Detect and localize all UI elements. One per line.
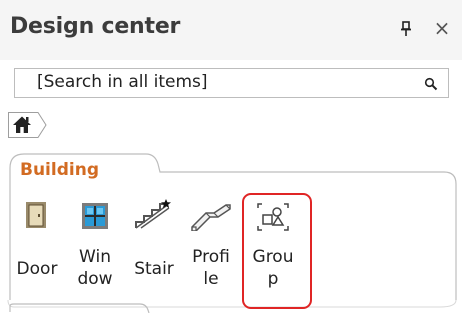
highlight-box — [242, 193, 312, 309]
item-window[interactable]: Win dow — [70, 246, 120, 290]
stair-icon — [135, 199, 171, 229]
profile-icon — [191, 204, 231, 231]
item-label-line1: Win — [79, 247, 111, 267]
item-door[interactable]: Door — [12, 258, 62, 280]
item-profile[interactable]: Profi le — [186, 246, 236, 290]
door-icon — [26, 202, 46, 228]
group-label-building[interactable]: Building — [20, 160, 99, 180]
item-stair[interactable]: Stair — [128, 258, 180, 280]
item-label-line2: dow — [77, 269, 113, 289]
item-label: Stair — [134, 259, 174, 279]
item-label-line2: le — [203, 269, 219, 289]
item-label-line1: Profi — [192, 247, 230, 267]
window-icon — [82, 203, 108, 229]
item-label: Door — [16, 259, 58, 279]
